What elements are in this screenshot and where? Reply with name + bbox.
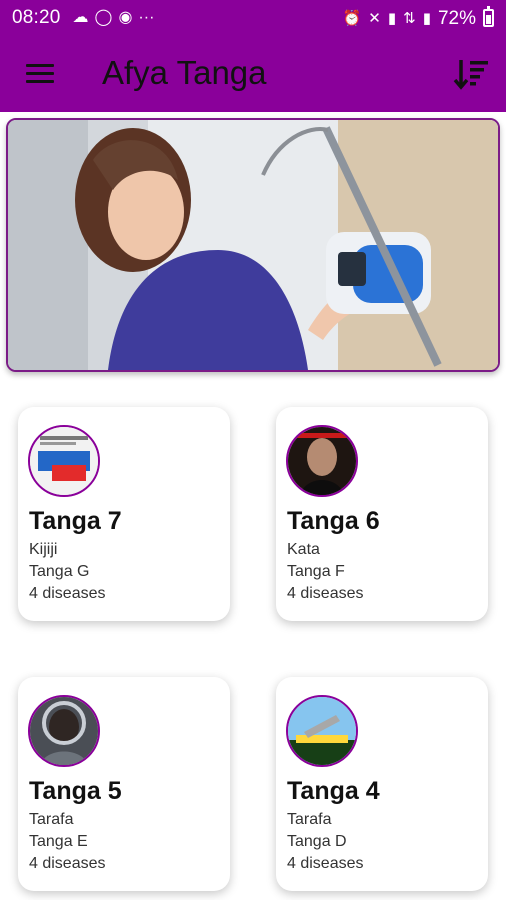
card-title: Tanga 4 [287,777,380,805]
whatsapp-icon: ◯ [94,9,113,26]
card-title: Tanga 6 [287,507,380,535]
mute-icon: ✕ [368,9,381,27]
signal-icon: ▮ [422,9,431,27]
avatar [286,695,358,767]
card-subtitle: Kata [287,541,320,558]
cloud-icon: ☁ [72,9,89,26]
card-tanga-6[interactable]: Tanga 6 Kata Tanga F 4 diseases [276,407,488,621]
menu-icon[interactable] [26,64,54,84]
card-subtitle: Kijiji [29,541,58,558]
card-subtitle: Tarafa [287,811,332,828]
status-bar: 08:20 ☁ ◯ ◉ ··· ⏰ ✕ ▮ ⇅ ▮ 72% [0,0,506,36]
card-disease-count: 4 diseases [29,855,106,872]
signal-icon: ▮ [387,9,397,27]
more-dots-icon: ··· [138,9,155,26]
card-subtitle: Tarafa [29,811,74,828]
card-disease-count: 4 diseases [287,855,364,872]
avatar [286,425,358,497]
card-location: Tanga E [29,833,88,850]
avatar [28,425,100,497]
status-left-icons: ☁ ◯ ◉ ··· [73,10,155,26]
battery-icon [483,6,494,27]
chrome-icon: ◉ [118,9,133,26]
card-title: Tanga 7 [29,507,122,535]
data-icon: ⇅ [403,9,416,27]
card-location: Tanga F [287,563,345,580]
sort-descending-icon[interactable] [452,54,492,94]
card-disease-count: 4 diseases [29,585,106,602]
card-tanga-4[interactable]: Tanga 4 Tarafa Tanga D 4 diseases [276,677,488,891]
avatar [28,695,100,767]
status-time: 08:20 [12,7,61,28]
status-right-icons: ⏰ ✕ ▮ ⇅ ▮ 72% [342,6,494,29]
nurse-iv-pump-photo [8,120,498,370]
alarm-icon: ⏰ [342,9,362,27]
card-tanga-7[interactable]: Tanga 7 Kijiji Tanga G 4 diseases [18,407,230,621]
card-disease-count: 4 diseases [287,585,364,602]
card-location: Tanga D [287,833,347,850]
card-tanga-5[interactable]: Tanga 5 Tarafa Tanga E 4 diseases [18,677,230,891]
card-location: Tanga G [29,563,90,580]
app-bar: Afya Tanga [0,36,506,112]
banner-image [6,118,500,372]
app-title: Afya Tanga [102,54,267,91]
card-title: Tanga 5 [29,777,122,805]
battery-text: 72% [437,7,476,29]
